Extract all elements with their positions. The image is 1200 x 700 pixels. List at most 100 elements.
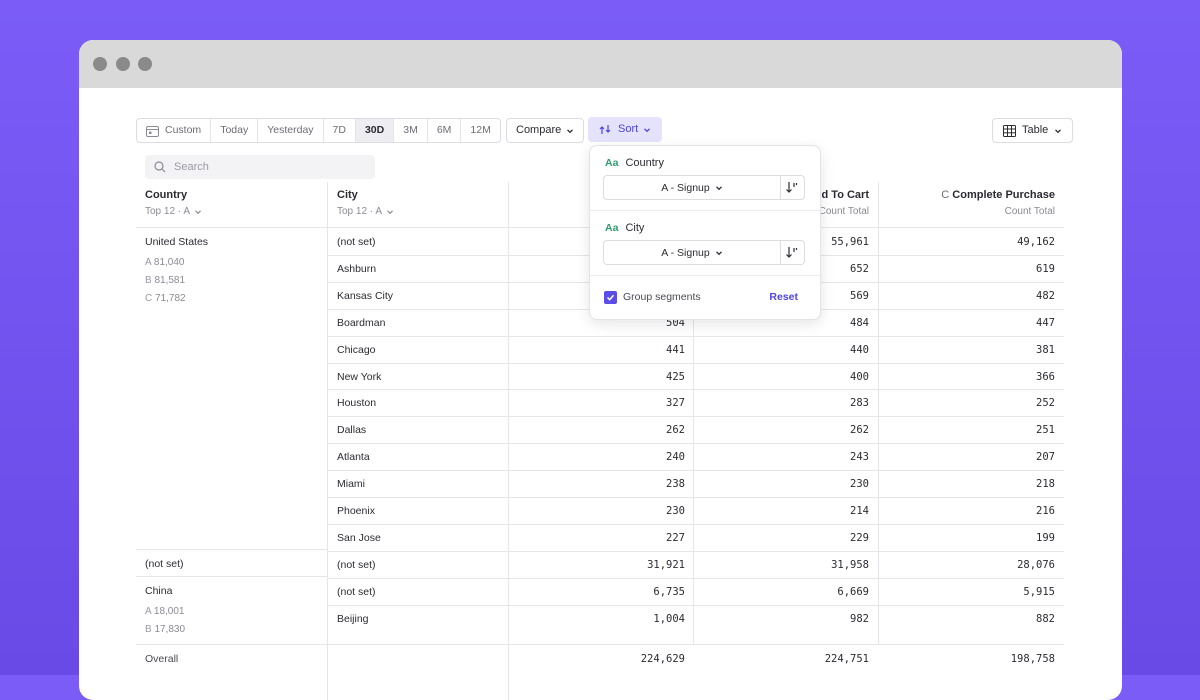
search-box: [145, 155, 375, 179]
table-row-value-b: 400: [850, 371, 869, 383]
table-row-value-c: 216: [1036, 505, 1055, 517]
segment-label: C: [145, 293, 153, 304]
group-segment-value: A 18,001: [145, 606, 185, 617]
window-maximize-dot[interactable]: [138, 57, 152, 71]
complete-purchase-column-header[interactable]: C Complete Purchase: [899, 189, 1055, 201]
group-country-name[interactable]: (not set): [145, 558, 184, 570]
city-column-sub: Top 12 · A: [337, 206, 383, 217]
chevron-down-icon: [195, 209, 201, 214]
checkmark-icon: [606, 294, 615, 301]
table-row-value-a: 31,921: [647, 559, 685, 571]
row-divider: [328, 524, 1064, 525]
group-divider: [136, 549, 328, 550]
group-segment-value: A 81,040: [145, 257, 185, 268]
date-3m-button[interactable]: 3M: [394, 119, 428, 142]
row-divider: [328, 336, 1064, 337]
table-row-value-a: 238: [666, 478, 685, 490]
compare-label: Compare: [516, 124, 562, 136]
window-close-dot[interactable]: [93, 57, 107, 71]
search-input[interactable]: [172, 160, 356, 174]
table-row-value-b: 214: [850, 505, 869, 517]
sort-city-select[interactable]: A - Signup: [603, 240, 781, 265]
row-divider: [328, 389, 1064, 390]
table-row-city[interactable]: (not set): [337, 236, 376, 248]
segment-value: 81,581: [154, 275, 186, 286]
sort-country-value: A - Signup: [661, 181, 710, 194]
table-row-value-a: 227: [666, 532, 685, 544]
group-country-name[interactable]: China: [145, 585, 172, 597]
date-12m-button[interactable]: 12M: [461, 119, 499, 142]
sort-city-heading: Aa City: [605, 222, 644, 234]
sort-country-heading: Aa Country: [605, 157, 664, 169]
table-row-value-c: 28,076: [1017, 559, 1055, 571]
date-6m-button[interactable]: 6M: [428, 119, 462, 142]
segment-label: B: [145, 275, 152, 286]
row-divider: [328, 551, 1064, 552]
date-yesterday-button[interactable]: Yesterday: [258, 119, 324, 142]
group-segments-checkbox[interactable]: [604, 291, 617, 304]
table-row-city[interactable]: San Jose: [337, 532, 381, 544]
segment-value: 71,782: [155, 293, 186, 304]
city-column-filter[interactable]: Top 12 · A: [337, 206, 394, 217]
overall-divider: [136, 644, 1064, 645]
table-row-value-a: 327: [666, 397, 685, 409]
reset-button[interactable]: Reset: [769, 291, 798, 303]
city-column-header[interactable]: City: [337, 189, 358, 201]
sort-descending-icon: [786, 247, 798, 258]
group-segment-value: B 17,830: [145, 624, 185, 635]
country-column-header[interactable]: Country: [145, 189, 187, 201]
group-country-name[interactable]: United States: [145, 236, 208, 248]
date-custom-button[interactable]: Custom: [137, 119, 212, 142]
view-table-button[interactable]: Table: [992, 118, 1074, 143]
sort-button[interactable]: Sort: [588, 117, 663, 142]
segment-value: 17,830: [154, 624, 186, 635]
table-row-city[interactable]: New York: [337, 371, 381, 383]
table-row-city[interactable]: Boardman: [337, 317, 385, 329]
table-row-value-c: 882: [1036, 613, 1055, 625]
table-row-value-c: 252: [1036, 397, 1055, 409]
column-divider: [508, 182, 509, 700]
table-row-city[interactable]: Ashburn: [337, 263, 376, 275]
table-row-value-b: 6,669: [837, 586, 869, 598]
table-row-city[interactable]: (not set): [337, 586, 376, 598]
view-table-label: Table: [1022, 124, 1049, 136]
chevron-down-icon: [1055, 128, 1062, 133]
table-row-city[interactable]: Dallas: [337, 424, 366, 436]
chevron-down-icon: [715, 185, 722, 190]
text-type-icon: Aa: [605, 222, 619, 234]
chevron-down-icon: [644, 127, 651, 132]
sort-label: Sort: [618, 123, 639, 135]
table-row-value-b: 262: [850, 424, 869, 436]
column-divider: [878, 182, 879, 645]
table-row-city[interactable]: Kansas City: [337, 290, 393, 302]
table-row-city[interactable]: Phoenix: [337, 505, 375, 517]
table-row-city[interactable]: Miami: [337, 478, 365, 490]
window-minimize-dot[interactable]: [116, 57, 130, 71]
sort-country-label: Country: [625, 157, 664, 169]
popover-divider: [590, 210, 820, 211]
country-column-filter[interactable]: Top 12 · A: [145, 206, 202, 217]
table-row-city[interactable]: (not set): [337, 559, 376, 571]
sort-country-select[interactable]: A - Signup: [603, 175, 781, 200]
date-7d-button[interactable]: 7D: [324, 119, 356, 142]
table-row-city[interactable]: Beijing: [337, 613, 369, 625]
sort-country-direction-button[interactable]: [779, 175, 805, 200]
table-row-value-a: 262: [666, 424, 685, 436]
sort-city-direction-button[interactable]: [779, 240, 805, 265]
table-row-value-c: 381: [1036, 344, 1055, 356]
table-row-value-b: 982: [850, 613, 869, 625]
sort-descending-icon: [786, 182, 798, 193]
date-30d-button[interactable]: 30D: [355, 119, 395, 142]
complete-purchase-column-sub: Count Total: [1004, 206, 1055, 217]
date-today-button[interactable]: Today: [211, 119, 259, 142]
row-divider: [328, 416, 1064, 417]
sort-icon: [599, 125, 611, 134]
table-row-city[interactable]: Houston: [337, 397, 376, 409]
table-row-city[interactable]: Chicago: [337, 344, 376, 356]
table-row-city[interactable]: Atlanta: [337, 451, 370, 463]
table-row-value-c: 482: [1036, 290, 1055, 302]
date-custom-label: Custom: [165, 124, 202, 136]
table-row-value-c: 366: [1036, 371, 1055, 383]
segment-value: 81,040: [153, 257, 185, 268]
compare-button[interactable]: Compare: [506, 118, 585, 143]
